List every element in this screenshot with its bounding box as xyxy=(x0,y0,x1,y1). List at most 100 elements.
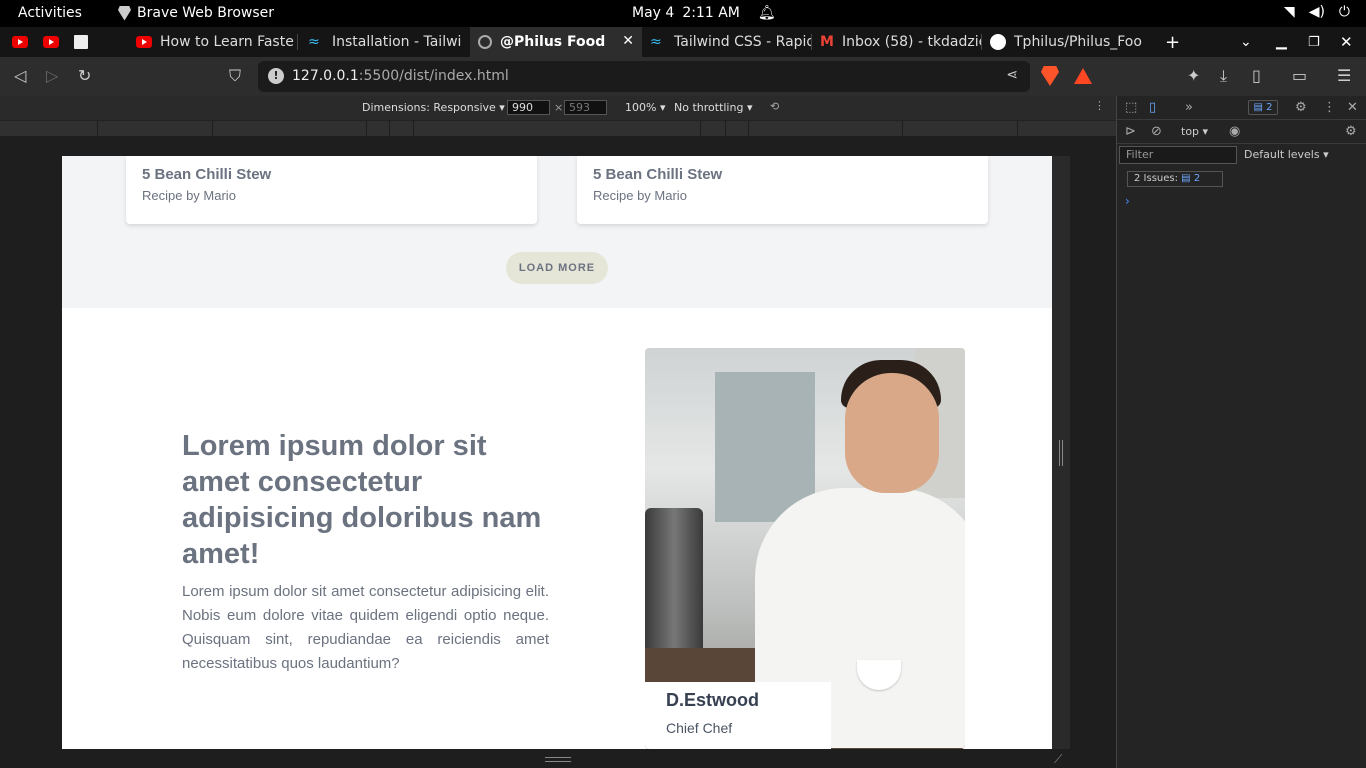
system-tray[interactable]: ◥ ◀︎) ⏻ xyxy=(1284,4,1350,20)
media-query-ruler[interactable] xyxy=(0,120,1116,137)
more-options-icon[interactable]: ⋮ xyxy=(1094,99,1105,112)
tab-learn-faster[interactable]: How to Learn Faste xyxy=(128,27,298,57)
gmail-icon: M xyxy=(820,34,834,50)
tab-gmail-inbox[interactable]: M Inbox (58) - tkdadzie xyxy=(812,27,982,57)
back-arrow-icon: ◁ xyxy=(14,66,27,85)
zoom-dropdown[interactable]: 100% ▾ xyxy=(625,101,665,114)
wallet-button[interactable]: ▭ xyxy=(1292,66,1307,85)
console-prompt-icon[interactable]: › xyxy=(1125,194,1130,208)
settings-gear-icon[interactable]: ⚙ xyxy=(1295,100,1307,115)
tab-tailwind-css[interactable]: ≈ Tailwind CSS - Rapid xyxy=(642,27,812,57)
dimensions-dropdown[interactable]: Dimensions: Responsive ▾ xyxy=(362,101,505,114)
tab-pinned-document[interactable] xyxy=(66,27,97,57)
recipe-author: Recipe by Mario xyxy=(142,188,236,203)
share-icon[interactable]: ⋖ xyxy=(1006,67,1018,83)
live-expression-eye-icon[interactable]: ◉ xyxy=(1229,124,1240,139)
console-filter-input[interactable]: Filter xyxy=(1119,146,1237,164)
menu-button[interactable]: ☰ xyxy=(1337,66,1351,85)
tab-pinned-youtube-2[interactable] xyxy=(35,27,66,57)
tab-github-repo[interactable]: Tphilus/Philus_Foo xyxy=(982,27,1152,57)
resize-handle-corner[interactable]: ⟋ xyxy=(1054,752,1062,767)
sidebar-button[interactable]: ▯ xyxy=(1252,66,1261,85)
more-tabs-icon[interactable]: » xyxy=(1185,100,1193,115)
bookmark-icon: ⛉ xyxy=(229,66,242,85)
navigation-bar: ◁ ▷ ↻ ⛉ ! 127.0.0.1:5500/dist/index.html… xyxy=(0,57,1366,96)
log-levels-dropdown[interactable]: Default levels ▾ xyxy=(1244,148,1329,161)
hamburger-icon: ☰ xyxy=(1337,66,1352,85)
document-icon xyxy=(74,35,88,49)
maximize-button[interactable]: ❐ xyxy=(1308,27,1320,57)
brave-rewards-icon[interactable] xyxy=(1074,68,1092,84)
app-menu[interactable]: Brave Web Browser xyxy=(118,5,274,21)
devtools-panel: ⬚ ▯ » ▤ 2 ⚙ ⋮ ✕ ⊳ ⊘ top ▾ ◉ ⚙ Filter Def… xyxy=(1116,96,1366,768)
device-toolbar: Dimensions: Responsive ▾ 990 × 593 100% … xyxy=(0,96,1116,120)
new-tab-button[interactable]: + xyxy=(1165,27,1180,57)
minimize-icon: ▁ xyxy=(1276,34,1287,50)
devtools-toolbar: ⬚ ▯ » ▤ 2 ⚙ ⋮ ✕ xyxy=(1117,96,1366,120)
volume-icon: ◀︎) xyxy=(1308,4,1325,20)
forward-arrow-icon: ▷ xyxy=(46,66,59,85)
issues-badge[interactable]: ▤ 2 xyxy=(1248,100,1278,115)
viewport-height-input[interactable]: 593 xyxy=(564,100,607,115)
downloads-button[interactable]: ⤓ xyxy=(1220,66,1227,86)
tab-installation-tailwind[interactable]: ≈ Installation - Tailwi xyxy=(300,27,470,57)
tab-pinned-youtube-1[interactable] xyxy=(4,27,35,57)
recipe-author: Recipe by Mario xyxy=(593,188,687,203)
devtools-menu-icon[interactable]: ⋮ xyxy=(1323,100,1336,115)
close-tab-icon[interactable]: ✕ xyxy=(622,33,634,49)
date-text: May 4 xyxy=(632,5,675,21)
extensions-button[interactable]: ✦ xyxy=(1187,66,1200,85)
issues-link[interactable]: 2 Issues: ▤ 2 xyxy=(1127,171,1223,187)
load-more-button[interactable]: LOAD MORE xyxy=(506,252,608,284)
message-icon: ▤ xyxy=(1253,102,1263,113)
chef-name: D.Estwood xyxy=(666,690,759,710)
tab-strip: How to Learn Faste ≈ Installation - Tailw… xyxy=(0,27,1366,57)
inspect-element-icon[interactable]: ⬚ xyxy=(1125,100,1137,115)
power-icon: ⏻ xyxy=(1338,4,1350,20)
viewport-width-input[interactable]: 990 xyxy=(507,100,550,115)
url-text[interactable]: 127.0.0.1:5500/dist/index.html xyxy=(292,68,509,84)
back-button[interactable]: ◁ xyxy=(14,66,26,85)
recipe-title: 5 Bean Chilli Stew xyxy=(593,166,723,183)
activities-button[interactable]: Activities xyxy=(18,5,82,21)
minimize-button[interactable]: ▁ xyxy=(1276,27,1287,57)
tab-philus-food[interactable]: @Philus Food ✕ xyxy=(470,27,642,57)
rotate-icon[interactable]: ⟲ xyxy=(770,100,779,113)
context-selector[interactable]: top ▾ xyxy=(1181,125,1208,138)
brave-app-icon xyxy=(118,5,131,21)
app-name: Brave Web Browser xyxy=(137,5,274,21)
bookmark-button[interactable]: ⛉ xyxy=(229,66,241,86)
time-text: 2:11 AM xyxy=(682,5,740,21)
message-icon: ▤ xyxy=(1181,173,1191,184)
tab-label: Inbox (58) - tkdadzie xyxy=(842,34,982,50)
tailwind-icon: ≈ xyxy=(650,34,662,50)
device-toggle-icon[interactable]: ▯ xyxy=(1149,100,1156,115)
tab-search-button[interactable]: ⌄ xyxy=(1240,27,1252,57)
forward-button[interactable]: ▷ xyxy=(46,66,58,85)
reload-button[interactable]: ↻ xyxy=(78,66,91,85)
tab-label: @Philus Food xyxy=(500,34,606,50)
youtube-icon xyxy=(43,36,59,48)
reload-icon: ↻ xyxy=(78,66,92,85)
resize-handle-right[interactable] xyxy=(1059,440,1063,466)
clock[interactable]: May 4 2:11 AM 🔔︎ xyxy=(632,5,776,21)
console-sidebar-icon[interactable]: ⊳ xyxy=(1125,124,1136,139)
recipe-card[interactable]: 5 Bean Chilli Stew Recipe by Mario xyxy=(126,156,537,224)
recipe-card[interactable]: 5 Bean Chilli Stew Recipe by Mario xyxy=(577,156,988,224)
console-settings-gear-icon[interactable]: ⚙ xyxy=(1345,124,1357,139)
url-path: :5500/dist/index.html xyxy=(358,68,509,84)
close-window-button[interactable]: ✕ xyxy=(1340,27,1353,57)
close-devtools-icon[interactable]: ✕ xyxy=(1347,100,1358,115)
sidebar-icon: ▯ xyxy=(1252,66,1261,85)
recipe-title: 5 Bean Chilli Stew xyxy=(142,166,272,183)
wallet-icon: ▭ xyxy=(1292,66,1308,85)
resize-handle-bottom[interactable] xyxy=(545,757,571,762)
site-info-icon[interactable]: ! xyxy=(268,68,284,84)
throttling-dropdown[interactable]: No throttling ▾ xyxy=(674,101,752,114)
address-bar[interactable]: ! 127.0.0.1:5500/dist/index.html ⋖ xyxy=(258,61,1030,92)
github-icon xyxy=(990,34,1006,50)
clear-console-icon[interactable]: ⊘ xyxy=(1151,124,1162,139)
tab-label: Tphilus/Philus_Foo xyxy=(1014,34,1142,50)
bell-icon: 🔔︎ xyxy=(757,5,776,21)
download-icon: ⤓ xyxy=(1220,66,1228,85)
